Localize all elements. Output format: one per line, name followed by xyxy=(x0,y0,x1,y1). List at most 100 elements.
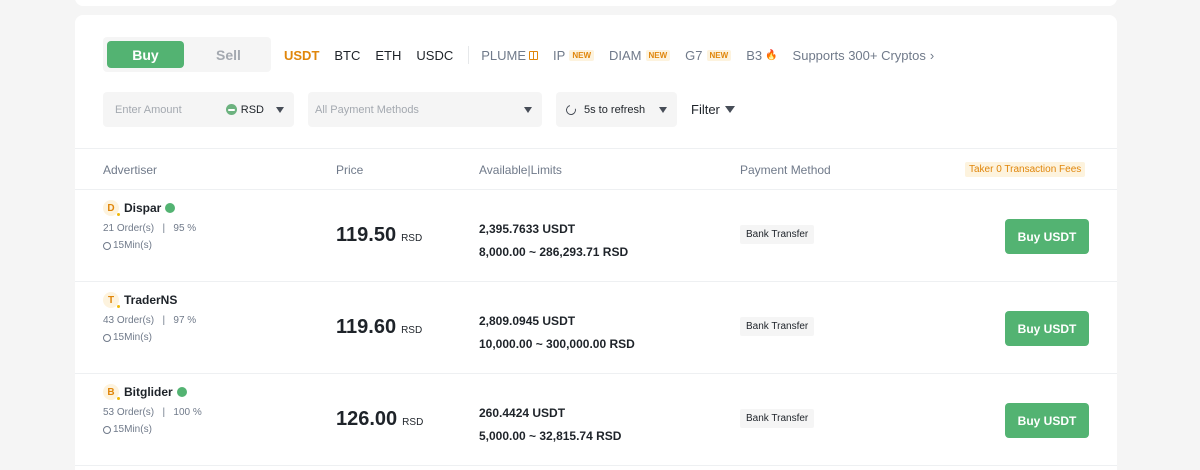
coin-label: PLUME xyxy=(481,47,527,63)
advertiser: D Dispar 21 Order(s) | 95 % 15Min(s) xyxy=(103,200,196,251)
header-price: Price xyxy=(336,163,364,177)
completion-rate: 95 % xyxy=(173,223,197,234)
payment-method-tag: Bank Transfer xyxy=(740,225,815,244)
price: 126.00 RSD xyxy=(336,408,423,431)
fees-badge: Taker 0 Transaction Fees xyxy=(965,162,1086,177)
limits: 8,000.00 ~ 286,293.71 RSD xyxy=(479,245,629,259)
buy-sell-toggle: Buy Sell xyxy=(103,37,271,72)
availability: 260.4424 USDT 5,000.00 ~ 32,815.74 RSD xyxy=(479,402,621,448)
pay-time-label: 15Min(s) xyxy=(113,332,152,343)
advertiser-name[interactable]: Dispar xyxy=(124,201,161,215)
price: 119.60 RSD xyxy=(336,316,422,339)
buy-usdt-button[interactable]: Buy USDT xyxy=(1005,311,1089,346)
available-amount: 2,395.7633 USDT xyxy=(479,222,576,236)
supports-label: Supports 300+ Cryptos xyxy=(792,47,926,63)
price-value: 126.00 xyxy=(336,408,398,430)
payment-placeholder: All Payment Methods xyxy=(315,103,419,116)
price-currency: RSD xyxy=(401,325,423,336)
order-stats: 43 Order(s) | 97 % xyxy=(103,315,197,326)
pay-time-label: 15Min(s) xyxy=(113,240,152,251)
price-currency: RSD xyxy=(401,233,423,244)
clock-icon xyxy=(103,425,111,434)
payment-method-tag: Bank Transfer xyxy=(740,317,815,336)
coin-tab-eth[interactable]: ETH xyxy=(375,48,401,63)
refresh-label: 5s to refresh xyxy=(584,103,646,116)
amount-placeholder: Enter Amount xyxy=(115,103,182,116)
divider xyxy=(75,465,1117,466)
currency-label: RSD xyxy=(240,103,264,116)
fire-icon: 🔥 xyxy=(765,49,778,61)
coin-tab-usdc[interactable]: USDC xyxy=(416,48,453,63)
pay-time: 15Min(s) xyxy=(103,332,196,343)
available-amount: 2,809.0945 USDT xyxy=(479,314,576,328)
refresh-select[interactable]: 5s to refresh xyxy=(556,92,677,127)
verified-icon xyxy=(176,387,187,397)
coin-tab-btc[interactable]: BTC xyxy=(334,48,360,63)
coin-tab-usdt[interactable]: USDT xyxy=(284,48,319,63)
new-badge: NEW xyxy=(645,49,671,61)
payment-method-tag: Bank Transfer xyxy=(740,409,815,428)
coin-tab-plume[interactable]: PLUME xyxy=(481,47,539,63)
caret-down-icon xyxy=(524,106,532,113)
gift-icon xyxy=(529,50,539,60)
previous-card xyxy=(75,0,1117,6)
availability: 2,809.0945 USDT 10,000.00 ~ 300,000.00 R… xyxy=(479,310,635,356)
price-value: 119.60 xyxy=(336,316,397,338)
coin-divider xyxy=(468,46,470,64)
filter-label: Filter xyxy=(691,102,720,117)
coin-label: B3 xyxy=(746,47,763,63)
supports-cryptos-link[interactable]: Supports 300+ Cryptos › xyxy=(793,48,935,63)
avatar: T xyxy=(103,292,120,308)
pay-time: 15Min(s) xyxy=(103,240,196,251)
price-currency: RSD xyxy=(402,417,424,428)
amount-input[interactable]: Enter Amount RSD xyxy=(103,92,294,127)
pay-time-label: 15Min(s) xyxy=(113,424,152,435)
limits: 5,000.00 ~ 32,815.74 RSD xyxy=(479,429,622,443)
p2p-card: Buy Sell USDT BTC ETH USDC PLUME IP NEW D… xyxy=(75,15,1117,470)
avatar: D xyxy=(103,200,120,216)
table-row: D Dispar 21 Order(s) | 95 % 15Min(s) 119… xyxy=(75,190,1117,282)
currency-select[interactable]: RSD xyxy=(225,103,264,116)
buy-usdt-button[interactable]: Buy USDT xyxy=(1005,403,1089,438)
advertiser: B Bitglider 53 Order(s) | 100 % 15Min(s) xyxy=(103,384,202,435)
verified-icon xyxy=(165,203,176,213)
header-available: Available|Limits xyxy=(479,163,562,177)
caret-down-icon xyxy=(659,106,667,113)
order-stats: 21 Order(s) | 95 % xyxy=(103,223,197,234)
funnel-icon xyxy=(724,106,735,113)
coin-tab-b3[interactable]: B3 🔥 xyxy=(746,48,777,63)
order-stats: 53 Order(s) | 100 % xyxy=(103,407,202,418)
chevron-right-icon: › xyxy=(929,47,935,63)
completion-rate: 97 % xyxy=(173,315,197,326)
availability: 2,395.7633 USDT 8,000.00 ~ 286,293.71 RS… xyxy=(479,218,628,264)
divider xyxy=(75,148,1117,149)
coin-tab-ip[interactable]: IP NEW xyxy=(553,48,594,63)
coin-tab-diam[interactable]: DIAM NEW xyxy=(609,47,671,63)
price-value: 119.50 xyxy=(336,224,397,246)
table-row: B Bitglider 53 Order(s) | 100 % 15Min(s)… xyxy=(75,374,1117,466)
completion-rate: 100 % xyxy=(173,407,202,418)
coin-tab-g7[interactable]: G7 NEW xyxy=(685,48,732,63)
price: 119.50 RSD xyxy=(336,224,422,247)
refresh-icon xyxy=(564,102,578,117)
sell-tab[interactable]: Sell xyxy=(190,41,267,68)
coin-tabs: USDT BTC ETH USDC PLUME IP NEW DIAM NEW G7… xyxy=(284,46,949,64)
buy-tab[interactable]: Buy xyxy=(107,41,184,68)
table-row: T TraderNS 43 Order(s) | 97 % 15Min(s) 1… xyxy=(75,282,1117,374)
clock-icon xyxy=(103,241,111,250)
new-badge: NEW xyxy=(569,49,594,61)
header-payment-method: Payment Method xyxy=(740,163,831,177)
coin-label: IP xyxy=(553,47,566,63)
order-count: 21 Order(s) xyxy=(103,223,155,234)
avatar: B xyxy=(103,384,120,400)
caret-down-icon xyxy=(276,106,284,113)
payment-method-select[interactable]: All Payment Methods xyxy=(308,92,542,127)
advertiser: T TraderNS 43 Order(s) | 97 % 15Min(s) xyxy=(103,292,196,343)
rsd-flag-icon xyxy=(225,104,237,115)
advertiser-name[interactable]: TraderNS xyxy=(124,293,177,307)
advertiser-name[interactable]: Bitglider xyxy=(124,385,173,399)
coin-label: DIAM xyxy=(609,47,642,63)
filter-button[interactable]: Filter xyxy=(691,102,735,117)
new-badge: NEW xyxy=(706,49,732,61)
buy-usdt-button[interactable]: Buy USDT xyxy=(1005,219,1089,254)
